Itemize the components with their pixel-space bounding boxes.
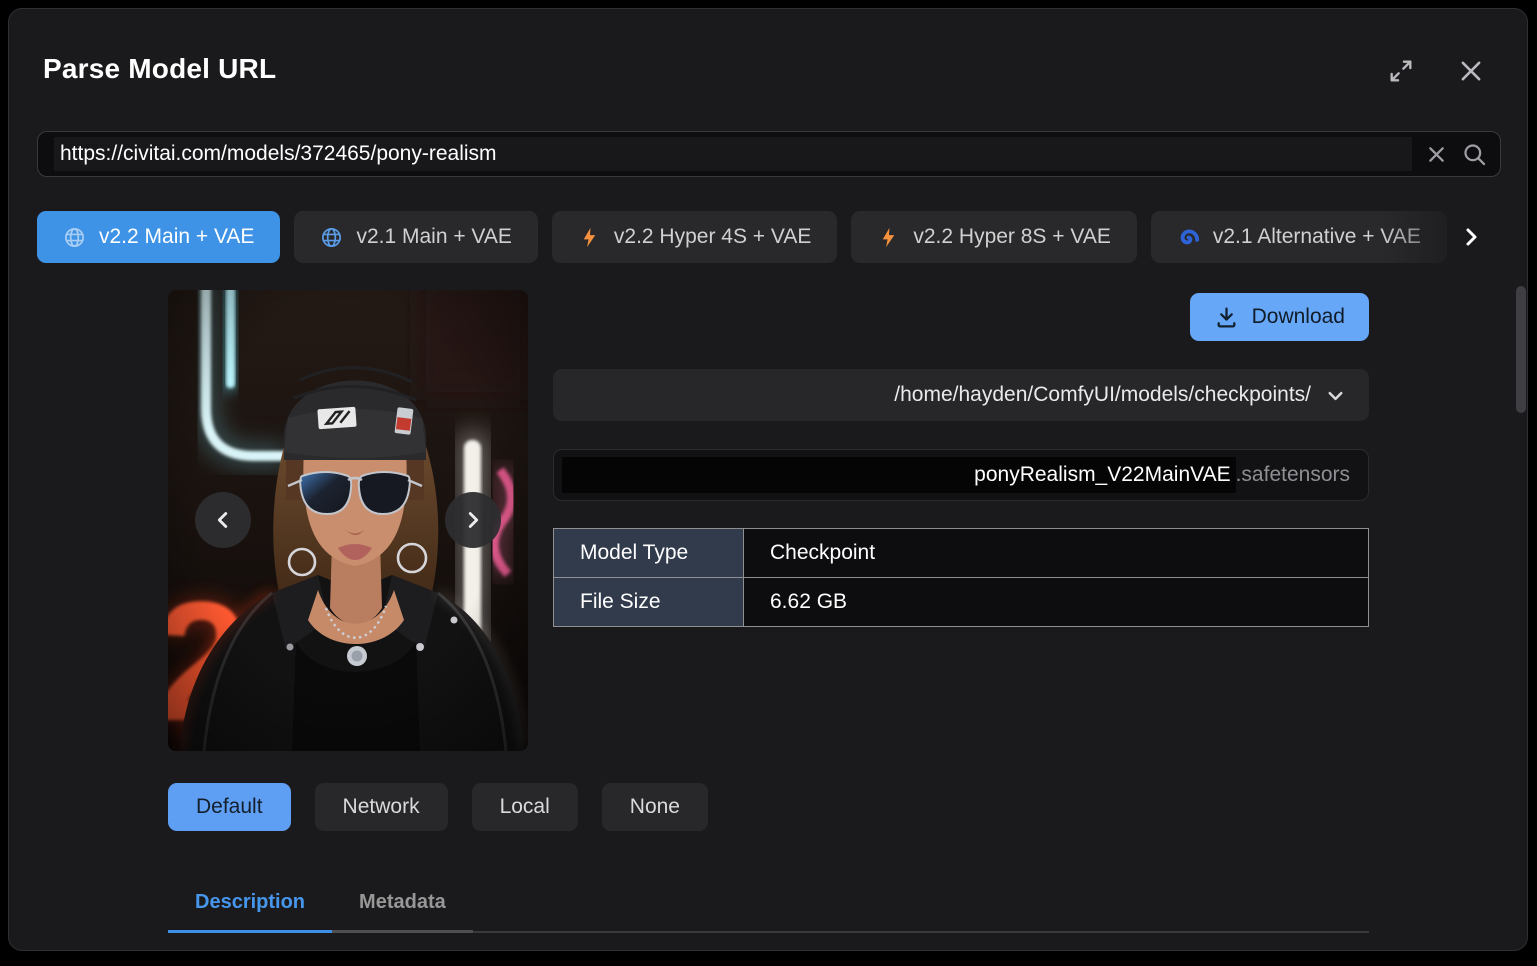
version-tabs-row: v2.2 Main + VAE v2.1 Main + VAE v2.2 Hyp…: [37, 211, 1501, 263]
table-row: File Size 6.62 GB: [554, 578, 1369, 627]
info-key: File Size: [554, 578, 744, 627]
model-url-field: [37, 131, 1501, 177]
source-button-label: None: [630, 795, 680, 819]
source-button-local[interactable]: Local: [472, 783, 578, 831]
source-button-network[interactable]: Network: [315, 783, 448, 831]
source-button-default[interactable]: Default: [168, 783, 291, 831]
save-path-dropdown[interactable]: /home/hayden/ComfyUI/models/checkpoints/: [553, 369, 1369, 421]
version-tab-v21-alternative-vae[interactable]: v2.1 Alternative + VAE: [1151, 211, 1447, 263]
dialog-content: 2N 2N: [168, 290, 1369, 933]
filename-input[interactable]: [562, 457, 1236, 493]
scroll-right-icon[interactable]: [1459, 225, 1483, 249]
version-tab-v22-hyper8s-vae[interactable]: v2.2 Hyper 8S + VAE: [851, 211, 1136, 263]
previous-image-button[interactable]: [195, 492, 251, 548]
version-tab-label: v2.2 Hyper 8S + VAE: [913, 225, 1110, 249]
chevron-left-icon: [210, 507, 236, 533]
filename-extension: .safetensors: [1236, 463, 1350, 487]
version-tab-label: v2.1 Alternative + VAE: [1213, 225, 1421, 249]
chevron-down-icon: [1324, 384, 1347, 407]
source-button-label: Default: [196, 795, 263, 819]
search-icon[interactable]: [1461, 141, 1488, 168]
info-value: 6.62 GB: [744, 578, 1369, 627]
next-image-button[interactable]: [445, 492, 501, 548]
dialog-header-actions: [1387, 57, 1485, 85]
info-value: Checkpoint: [744, 529, 1369, 578]
version-tab-v22-hyper4s-vae[interactable]: v2.2 Hyper 4S + VAE: [552, 211, 837, 263]
version-tab-label: v2.2 Hyper 4S + VAE: [614, 225, 811, 249]
save-path-value: /home/hayden/ComfyUI/models/checkpoints/: [894, 383, 1311, 407]
download-details-panel: Download /home/hayden/ComfyUI/models/che…: [553, 290, 1369, 751]
parse-model-url-dialog: Parse Model URL v2.2 Main + VAE: [8, 8, 1528, 951]
version-tab-label: v2.2 Main + VAE: [99, 225, 254, 249]
download-button[interactable]: Download: [1190, 293, 1369, 341]
close-icon[interactable]: [1457, 57, 1485, 85]
tab-label: Metadata: [359, 891, 446, 914]
version-tab-v21-main-vae[interactable]: v2.1 Main + VAE: [294, 211, 537, 263]
cyclone-icon: [1177, 226, 1200, 249]
dialog-title: Parse Model URL: [43, 53, 276, 85]
description-metadata-tabbar: Description Metadata: [168, 875, 1369, 933]
preview-source-buttons: Default Network Local None: [168, 783, 1369, 831]
download-icon: [1214, 305, 1239, 330]
lightning-icon: [578, 226, 601, 249]
globe-icon: [63, 226, 86, 249]
version-tab-v22-main-vae[interactable]: v2.2 Main + VAE: [37, 211, 280, 263]
lightning-icon: [877, 226, 900, 249]
source-button-label: Local: [500, 795, 550, 819]
info-key: Model Type: [554, 529, 744, 578]
tab-label: Description: [195, 891, 305, 914]
chevron-right-icon: [460, 507, 486, 533]
expand-icon[interactable]: [1387, 57, 1415, 85]
table-row: Model Type Checkpoint: [554, 529, 1369, 578]
model-preview-image: 2N 2N: [168, 290, 528, 751]
model-url-input[interactable]: [54, 137, 1412, 171]
version-tab-label: v2.1 Main + VAE: [356, 225, 511, 249]
source-button-none[interactable]: None: [602, 783, 708, 831]
tab-description[interactable]: Description: [168, 875, 332, 933]
globe-icon: [320, 226, 343, 249]
scrollbar-thumb[interactable]: [1516, 286, 1526, 413]
tab-metadata[interactable]: Metadata: [332, 875, 473, 933]
filename-field: .safetensors: [553, 449, 1369, 501]
download-button-label: Download: [1252, 305, 1345, 329]
clear-url-icon[interactable]: [1423, 141, 1450, 168]
model-info-table: Model Type Checkpoint File Size 6.62 GB: [553, 528, 1369, 627]
source-button-label: Network: [343, 795, 420, 819]
